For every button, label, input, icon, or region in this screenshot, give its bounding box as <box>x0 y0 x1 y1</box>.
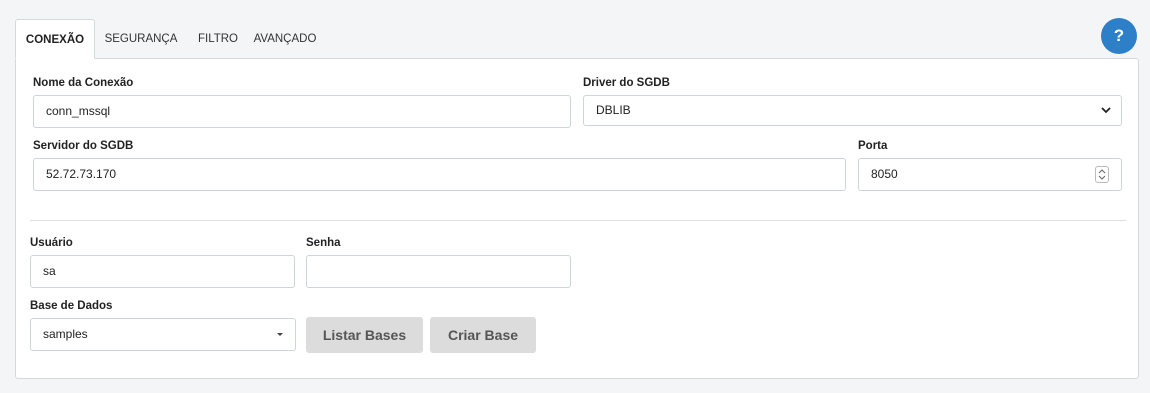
caret-down-icon <box>275 319 285 363</box>
help-button[interactable]: ? <box>1101 18 1137 54</box>
user-field[interactable]: sa <box>30 255 295 288</box>
server-label: Servidor do SGDB <box>33 140 134 152</box>
database-value: samples <box>43 327 88 341</box>
connection-panel: Nome da Conexão conn_mssql Driver do SGD… <box>15 58 1139 379</box>
tab-conexao[interactable]: CONEXÃO <box>15 19 95 59</box>
driver-label: Driver do SGDB <box>583 77 670 89</box>
list-bases-button[interactable]: Listar Bases <box>306 317 423 353</box>
port-value: 8050 <box>871 167 898 181</box>
create-base-button[interactable]: Criar Base <box>430 317 536 353</box>
connection-name-field[interactable]: conn_mssql <box>33 95 571 128</box>
password-field[interactable] <box>306 255 571 288</box>
driver-select[interactable]: DBLIB <box>583 95 1122 126</box>
chevron-down-icon <box>1101 96 1111 137</box>
connection-name-label: Nome da Conexão <box>33 77 134 89</box>
port-label: Porta <box>858 140 888 152</box>
port-stepper[interactable]: 8050 <box>858 158 1122 191</box>
tab-avancado[interactable]: AVANÇADO <box>253 19 317 59</box>
password-label: Senha <box>306 237 341 249</box>
tab-seguranca[interactable]: SEGURANÇA <box>97 19 185 59</box>
tab-filtro[interactable]: FILTRO <box>191 19 245 59</box>
help-icon: ? <box>1113 26 1125 45</box>
database-label: Base de Dados <box>30 300 113 312</box>
driver-value: DBLIB <box>596 103 631 117</box>
server-field[interactable]: 52.72.73.170 <box>33 158 846 191</box>
section-divider <box>30 220 1126 221</box>
database-select[interactable]: samples <box>30 318 296 351</box>
spinner-arrows-icon[interactable] <box>1095 166 1109 183</box>
user-label: Usuário <box>30 237 73 249</box>
